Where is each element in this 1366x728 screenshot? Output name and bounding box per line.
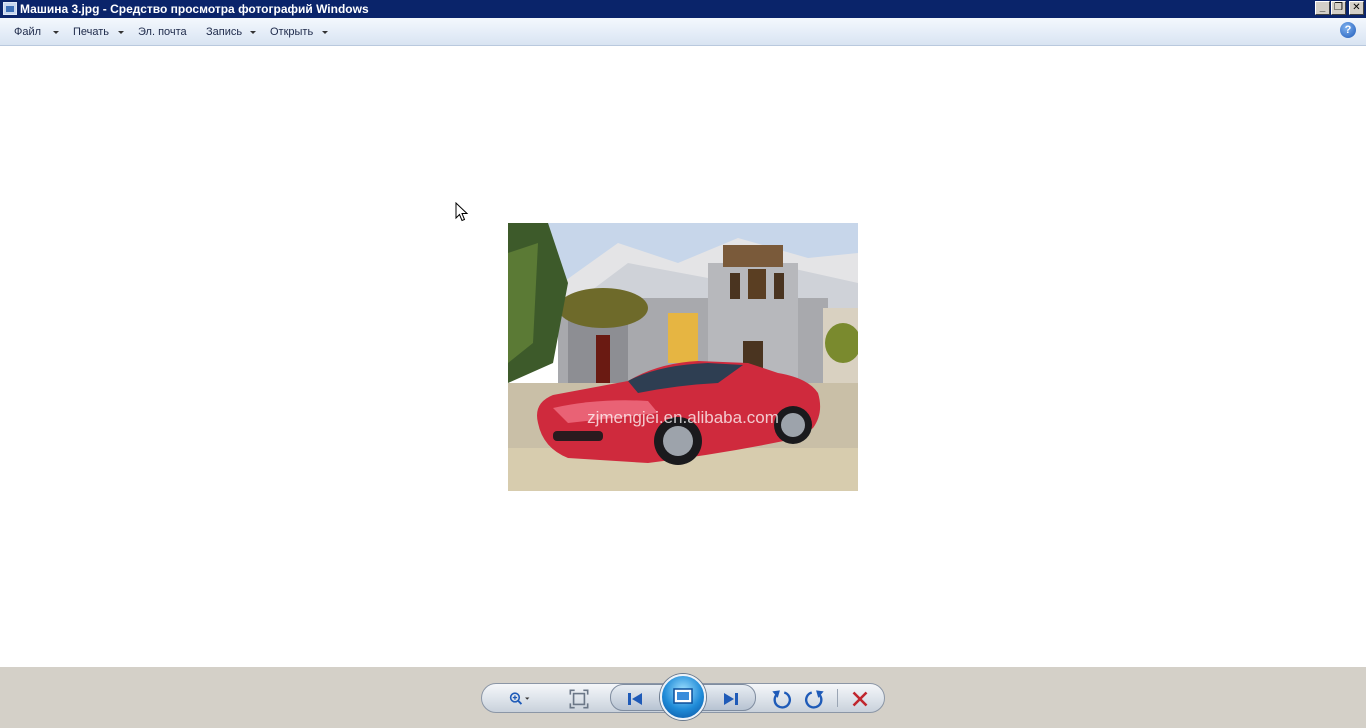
rotate-right-icon[interactable] [802,686,828,712]
menu-bar: Файл Печать Эл. почта Запись Открыть ? [0,18,1366,46]
photo-viewer-window: Машина 3.jpg - Средство просмотра фотогр… [0,0,1366,728]
menu-email[interactable]: Эл. почта [138,25,187,39]
menu-file[interactable]: Файл [14,25,41,39]
menu-print-chevron-down-icon[interactable] [118,31,124,34]
menu-open-chevron-down-icon[interactable] [322,31,328,34]
menu-burn-chevron-down-icon[interactable] [250,31,256,34]
slideshow-button[interactable] [660,674,706,720]
zoom-icon[interactable] [507,686,533,712]
mouse-cursor-icon [455,202,469,222]
menu-burn[interactable]: Запись [206,25,242,39]
title-bar: Машина 3.jpg - Средство просмотра фотогр… [0,0,1366,18]
rotate-left-icon[interactable] [768,686,794,712]
toolbar-divider [837,689,838,707]
window-title: Машина 3.jpg - Средство просмотра фотогр… [20,2,369,16]
previous-icon[interactable] [622,686,648,712]
actual-size-icon[interactable] [566,686,592,712]
menu-open[interactable]: Открыть [270,25,313,39]
delete-icon[interactable] [847,686,873,712]
help-button[interactable]: ? [1340,22,1356,38]
close-window-button[interactable]: ✕ [1349,1,1364,15]
photo-watermark: zjmengjei.en.alibaba.com [587,408,779,427]
next-icon[interactable] [718,686,744,712]
photo-display: zjmengjei.en.alibaba.com [508,223,858,491]
minimize-button[interactable]: _ [1315,1,1330,15]
slideshow-icon [673,688,693,704]
menu-file-chevron-down-icon[interactable] [53,31,59,34]
car-photo-image: zjmengjei.en.alibaba.com [508,223,858,491]
app-icon [3,2,17,15]
menu-print[interactable]: Печать [73,25,109,39]
restore-button[interactable]: ❐ [1331,1,1346,15]
